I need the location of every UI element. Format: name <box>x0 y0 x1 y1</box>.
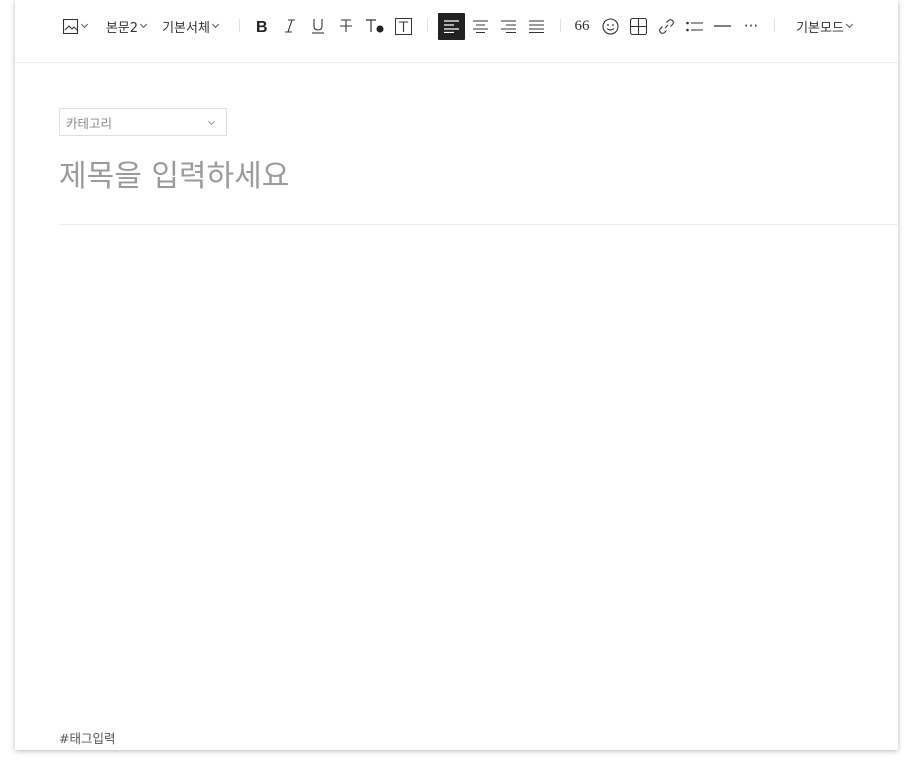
strikethrough-icon <box>339 18 353 34</box>
chevron-down-icon <box>207 117 216 126</box>
table-button[interactable] <box>627 14 649 38</box>
emoticon-button[interactable] <box>599 14 621 38</box>
bold-icon: B <box>255 18 269 34</box>
list-button[interactable] <box>683 14 705 38</box>
editor-mode-label: 기본모드 <box>796 20 844 36</box>
text-color-icon <box>365 18 385 34</box>
align-left-button[interactable] <box>438 13 465 40</box>
text-color-button[interactable] <box>363 14 387 38</box>
paragraph-style-label: 본문2 <box>105 20 139 36</box>
italic-icon <box>284 18 296 34</box>
emoticon-icon <box>601 17 619 35</box>
paragraph-style-select[interactable]: 본문2 <box>103 14 149 38</box>
align-left-icon <box>444 20 459 33</box>
list-icon <box>685 20 703 33</box>
title-divider <box>59 224 898 225</box>
editor-mode-select[interactable]: 기본모드 <box>791 14 857 38</box>
chevron-down-icon <box>211 20 219 28</box>
table-icon <box>629 17 647 35</box>
underline-icon <box>311 18 325 34</box>
horizontal-line-button[interactable] <box>711 14 733 38</box>
toolbar-separator <box>427 19 428 32</box>
chevron-down-icon <box>80 20 89 28</box>
quote-button[interactable]: 66 <box>570 14 594 38</box>
chevron-down-icon <box>140 20 148 28</box>
align-right-button[interactable] <box>497 14 519 38</box>
tag-input[interactable] <box>59 728 359 748</box>
content-body-editor[interactable] <box>59 240 889 710</box>
toolbar-separator <box>774 19 775 32</box>
font-family-select[interactable]: 기본서체 <box>159 14 221 38</box>
insert-image-button[interactable] <box>61 14 89 38</box>
link-icon <box>658 18 675 35</box>
editor-toolbar: 본문2 기본서체 B 66 ··· 기본모드 <box>15 0 898 63</box>
horizontal-line-icon <box>713 24 731 28</box>
italic-button[interactable] <box>279 14 301 38</box>
toolbar-separator <box>560 19 561 32</box>
align-justify-icon <box>528 19 544 33</box>
quote-icon: 66 <box>574 17 590 34</box>
more-button[interactable]: ··· <box>739 14 763 38</box>
editor-window: 본문2 기본서체 B 66 ··· 기본모드 카테고리 제목을 입력하세요 #태… <box>15 0 898 750</box>
underline-button[interactable] <box>307 14 329 38</box>
toolbar-separator <box>239 19 240 32</box>
category-placeholder: 카테고리 <box>66 115 113 131</box>
link-button[interactable] <box>655 14 677 38</box>
align-justify-button[interactable] <box>525 14 547 38</box>
chevron-down-icon <box>845 20 853 28</box>
bold-button[interactable]: B <box>251 14 273 38</box>
svg-text:B: B <box>256 19 268 34</box>
align-right-icon <box>500 19 516 33</box>
text-background-button[interactable] <box>392 14 414 38</box>
text-background-icon <box>394 17 412 35</box>
align-center-button[interactable] <box>469 14 491 38</box>
font-family-label: 기본서체 <box>162 20 210 36</box>
image-icon <box>63 18 79 34</box>
align-center-icon <box>472 19 488 33</box>
strikethrough-button[interactable] <box>335 14 357 38</box>
category-select[interactable]: 카테고리 <box>59 108 227 136</box>
title-input[interactable] <box>59 154 889 198</box>
more-icon: ··· <box>743 17 759 35</box>
